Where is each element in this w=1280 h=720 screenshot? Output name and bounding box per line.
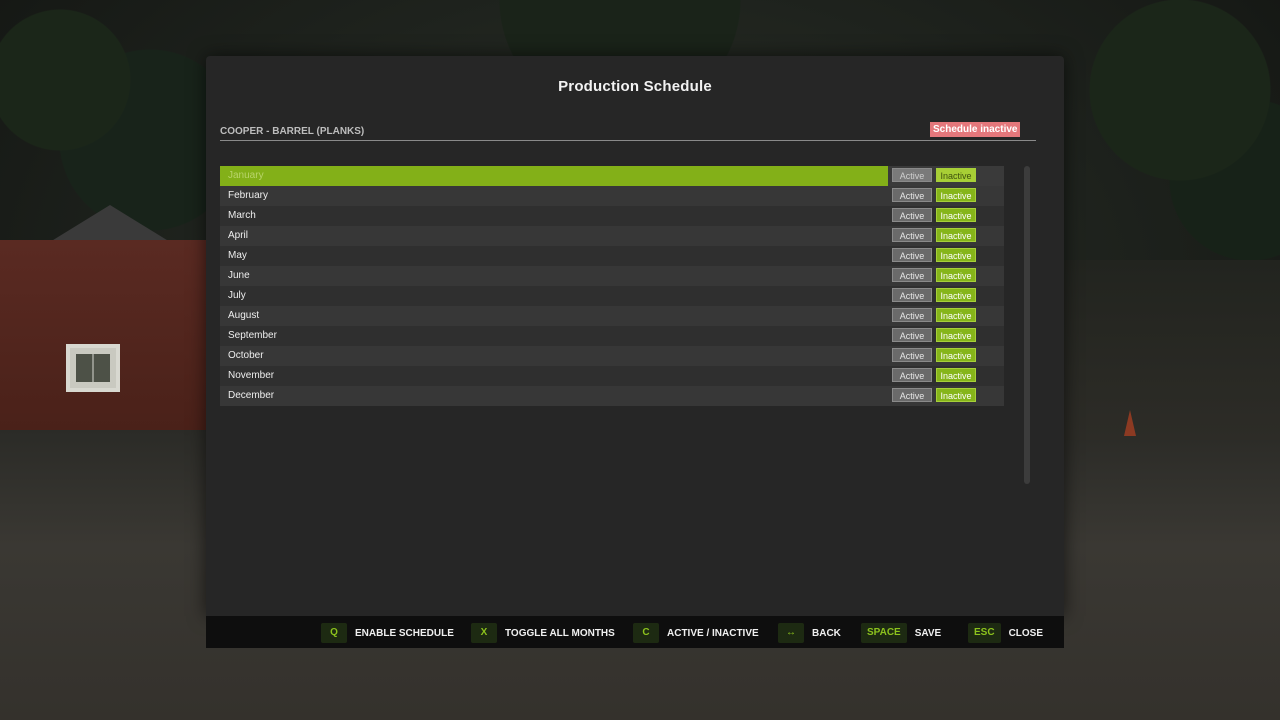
- header-divider: [220, 140, 1036, 141]
- inactive-button[interactable]: Inactive: [936, 388, 976, 402]
- month-row[interactable]: August Active Inactive: [220, 306, 1004, 326]
- inactive-button[interactable]: Inactive: [936, 348, 976, 362]
- background-traffic-cone: [1124, 410, 1136, 436]
- inactive-button[interactable]: Inactive: [936, 228, 976, 242]
- active-button[interactable]: Active: [892, 388, 932, 402]
- active-button[interactable]: Active: [892, 248, 932, 262]
- month-row[interactable]: March Active Inactive: [220, 206, 1004, 226]
- month-name: November: [228, 370, 275, 381]
- month-name: August: [228, 310, 260, 321]
- active-button[interactable]: Active: [892, 228, 932, 242]
- key-hints-bar: Q ENABLE SCHEDULE X TOGGLE ALL MONTHS C …: [206, 616, 1064, 648]
- month-name: September: [228, 330, 277, 341]
- hint-back[interactable]: ↔ BACK: [778, 623, 841, 643]
- key-q: Q: [321, 623, 347, 643]
- month-name: October: [228, 350, 264, 361]
- month-row[interactable]: February Active Inactive: [220, 186, 1004, 206]
- inactive-button[interactable]: Inactive: [936, 328, 976, 342]
- key-c: C: [633, 623, 659, 643]
- month-row[interactable]: May Active Inactive: [220, 246, 1004, 266]
- hint-label: BACK: [812, 627, 841, 639]
- month-name: February: [228, 190, 269, 201]
- active-button[interactable]: Active: [892, 268, 932, 282]
- active-button[interactable]: Active: [892, 288, 932, 302]
- month-name: June: [228, 270, 250, 281]
- month-name: December: [228, 390, 275, 401]
- active-button[interactable]: Active: [892, 368, 932, 382]
- dialog-title: Production Schedule: [558, 78, 712, 95]
- inactive-button[interactable]: Inactive: [936, 308, 976, 322]
- hint-save[interactable]: SPACE SAVE: [861, 623, 941, 643]
- production-schedule-dialog: Production Schedule COOPER - BARREL (PLA…: [206, 56, 1064, 616]
- production-subtitle: COOPER - BARREL (PLANKS): [220, 126, 365, 137]
- active-button[interactable]: Active: [892, 328, 932, 342]
- month-name: April: [228, 230, 249, 241]
- month-list: January Active Inactive February Active …: [220, 166, 1004, 406]
- inactive-button[interactable]: Inactive: [936, 208, 976, 222]
- key-arrows: ↔: [778, 623, 804, 643]
- key-esc: ESC: [968, 623, 1001, 643]
- month-row[interactable]: January Active Inactive: [220, 166, 1004, 186]
- inactive-button[interactable]: Inactive: [936, 168, 976, 182]
- status-badge: Schedule inactive: [930, 122, 1021, 137]
- key-space: SPACE: [861, 623, 907, 643]
- active-button[interactable]: Active: [892, 348, 932, 362]
- active-button[interactable]: Active: [892, 188, 932, 202]
- active-button[interactable]: Active: [892, 168, 932, 182]
- hint-label: TOGGLE ALL MONTHS: [505, 627, 615, 639]
- active-button[interactable]: Active: [892, 308, 932, 322]
- hint-close[interactable]: ESC CLOSE: [968, 623, 1043, 643]
- active-button[interactable]: Active: [892, 208, 932, 222]
- background-window: [66, 344, 120, 392]
- inactive-button[interactable]: Inactive: [936, 368, 976, 382]
- month-row[interactable]: November Active Inactive: [220, 366, 1004, 386]
- month-row[interactable]: October Active Inactive: [220, 346, 1004, 366]
- hint-label: CLOSE: [1008, 627, 1044, 639]
- month-row[interactable]: December Active Inactive: [220, 386, 1004, 406]
- key-x: X: [471, 623, 497, 643]
- hint-enable-schedule[interactable]: Q ENABLE SCHEDULE: [321, 623, 454, 643]
- hint-label: SAVE: [914, 627, 942, 639]
- hint-toggle-all-months[interactable]: X TOGGLE ALL MONTHS: [471, 623, 615, 643]
- inactive-button[interactable]: Inactive: [936, 268, 976, 282]
- hint-active-inactive[interactable]: C ACTIVE / INACTIVE: [633, 623, 759, 643]
- inactive-button[interactable]: Inactive: [936, 248, 976, 262]
- background-house: [0, 240, 206, 430]
- month-row[interactable]: June Active Inactive: [220, 266, 1004, 286]
- hint-label: ACTIVE / INACTIVE: [667, 627, 759, 639]
- month-name: July: [228, 290, 246, 301]
- month-row[interactable]: July Active Inactive: [220, 286, 1004, 306]
- background-shed: [1064, 260, 1280, 440]
- month-list-scrollbar[interactable]: [1024, 166, 1030, 484]
- month-row[interactable]: April Active Inactive: [220, 226, 1004, 246]
- inactive-button[interactable]: Inactive: [936, 188, 976, 202]
- month-row[interactable]: September Active Inactive: [220, 326, 1004, 346]
- row-highlight: [220, 166, 888, 186]
- month-name: January: [228, 170, 264, 181]
- inactive-button[interactable]: Inactive: [936, 288, 976, 302]
- month-name: March: [228, 210, 256, 221]
- month-name: May: [228, 250, 247, 261]
- hint-label: ENABLE SCHEDULE: [355, 627, 454, 639]
